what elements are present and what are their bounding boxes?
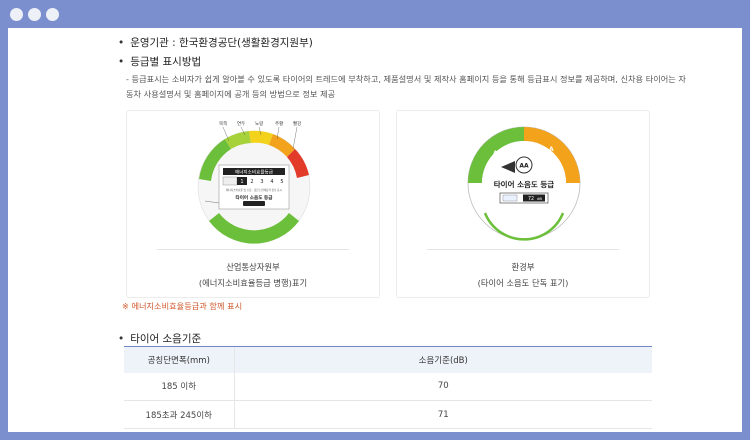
grade-cell-3: 3 [260,179,263,185]
caption-industry-1: 산업통상자원부 [226,262,280,272]
grade-cell-5: 5 [280,179,283,185]
grade-arc-yellow [249,130,273,145]
noise-grade-title-left: 타이어 소음도 등급 [235,194,273,201]
efficiency-note: ※ 에너지소비효율등급과 함께 표시 [122,301,243,311]
efficiency-title: 에너지소비효율등급 [235,169,273,176]
color-label-3: 주황 [275,120,283,127]
row-noise: 71 [233,400,652,429]
speaker-icon [502,194,518,202]
row-noise: 70 [233,372,652,401]
browser-window: 운영기관 : 한국환경공단(생활환경지원부) 등급별 표시방법 - 등급표시는 … [0,0,750,440]
caption-industry-2: (에너지소비효율등급 병행)표기 [198,278,308,288]
noise-db-value: 72 [528,196,534,202]
grade-cell-1: 1 [240,179,243,185]
energy-noise-label-image: 북쪽 연두 노랑 주황 빨강 에너지소비효율등급 1 2 3 4 5 에너지소비… [197,120,311,244]
noise-label-image: AA A AA 타이어 소음도 등급 72 dB [467,126,581,241]
title-bar [0,0,750,28]
caption-environment-2: (타이어 소음도 단독 표기) [477,278,569,288]
color-label-2: 노랑 [255,120,263,127]
grade-section-title: 등급별 표시방법 [118,54,201,69]
noise-db-unit: dB [537,196,542,201]
noise-center-badge: AA [519,163,529,170]
operator-info: 운영기관 : 한국환경공단(생활환경지원부) [118,35,313,50]
window-maximize-button[interactable] [46,8,59,21]
noise-standard-table: 공칭단면폭(mm) 소음기준(dB) 185 이하 70 185초과 245이하… [124,346,652,429]
label-panel-environment: AA A AA 타이어 소음도 등급 72 dB 환경부 (타이어 소음도 단독… [396,110,650,298]
grade-desc-line1: - 등급표시는 소비자가 쉽게 알아볼 수 있도록 타이어의 트레드에 부착하고… [126,74,686,84]
grade-desc-line2: 동차 사용설명서 및 홈페이지에 공개 등의 방법으로 정보 제공 [126,89,336,99]
row-width: 185 이하 [124,372,234,401]
header-noise: 소음기준(dB) [233,346,652,373]
color-label-1: 연두 [237,120,245,127]
grade-cell-2: 2 [250,179,253,185]
grade-cell-4: 4 [270,179,273,185]
row-width: 185초과 245이하 [124,400,234,429]
table-header-row: 공칭단면폭(mm) 소음기준(dB) [124,346,652,373]
caption-environment-1: 환경부 [511,262,535,272]
color-label-0: 북쪽 [219,121,227,127]
color-label-4: 빨강 [293,120,301,127]
page-content: 운영기관 : 한국환경공단(생활환경지원부) 등급별 표시방법 - 등급표시는 … [8,28,742,432]
window-minimize-button[interactable] [28,8,41,21]
header-width: 공칭단면폭(mm) [124,346,234,373]
noise-section-title: 타이어 소음기준 [118,331,201,346]
table-row: 185 이하 70 [124,372,652,401]
table-row: 185초과 245이하 71 [124,400,652,429]
label-panel-industry: 북쪽 연두 노랑 주황 빨강 에너지소비효율등급 1 2 3 4 5 에너지소비… [126,110,380,298]
noise-grade-title: 타이어 소음도 등급 [494,179,555,189]
window-close-button[interactable] [10,8,23,21]
label-small-text: 에너지소비효율 및 소음 · 젖은노면제동력 정보 표시 [226,188,282,192]
